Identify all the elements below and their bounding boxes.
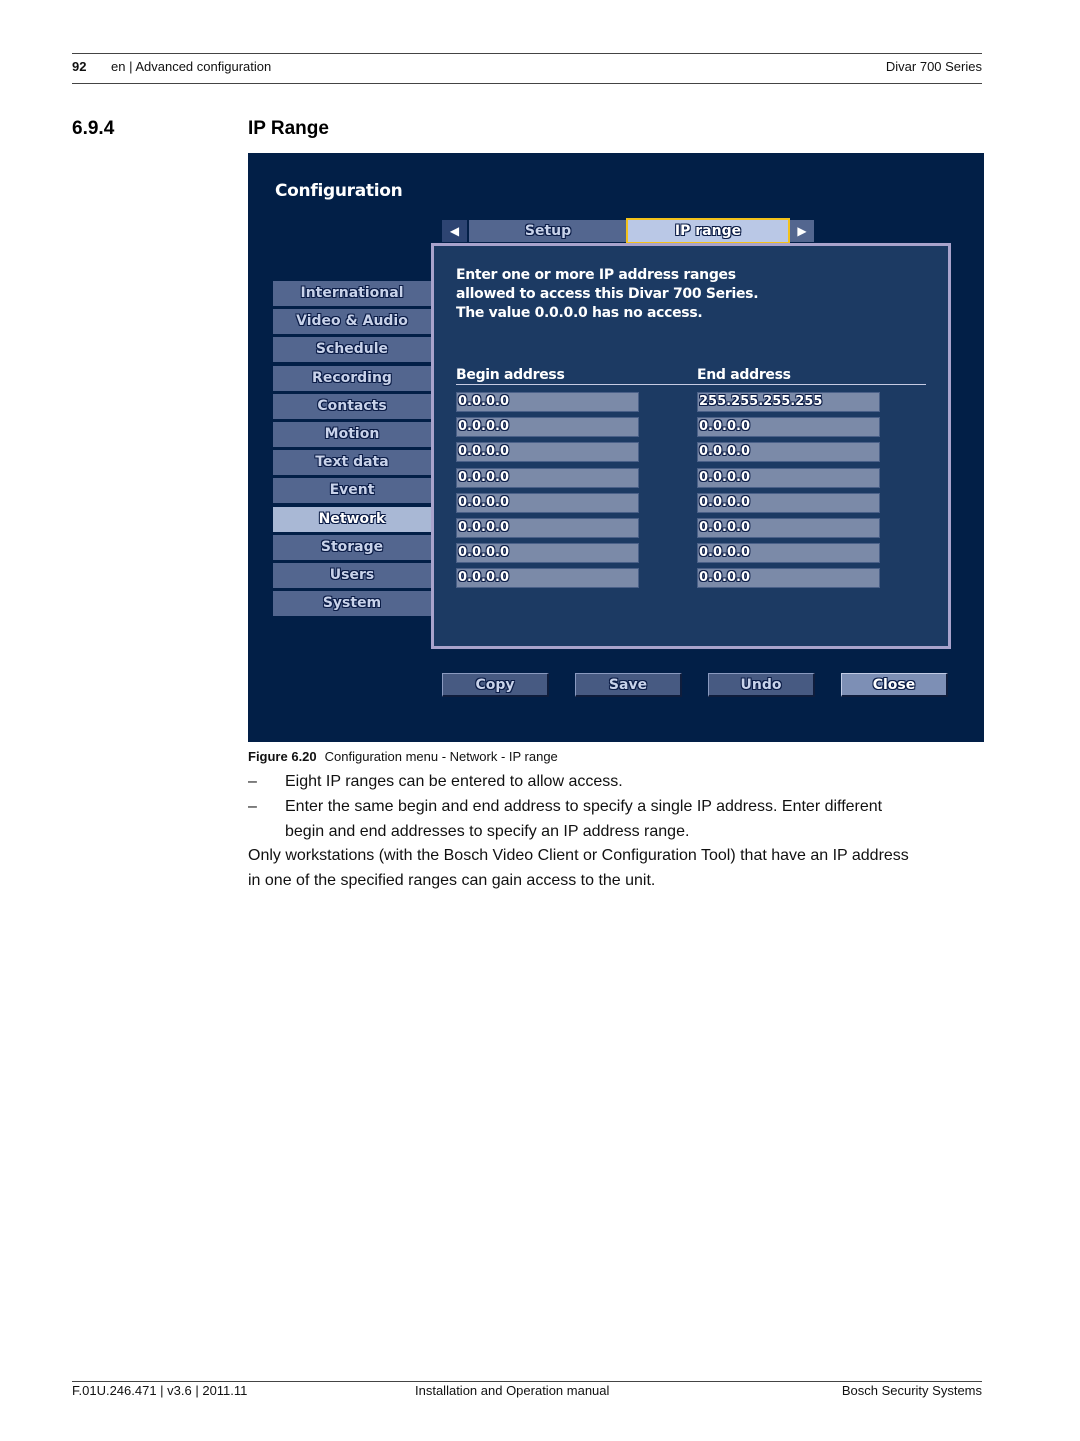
- end-address-input[interactable]: 0.0.0.0: [697, 417, 880, 438]
- bullet-dash: –: [248, 773, 257, 790]
- end-address-input[interactable]: 0.0.0.0: [697, 518, 880, 538]
- sidebar-item-schedule[interactable]: Schedule: [273, 337, 431, 363]
- sidebar-item-motion[interactable]: Motion: [273, 422, 431, 447]
- close-button[interactable]: Close: [841, 673, 948, 697]
- page-number: 92: [72, 59, 87, 74]
- sidebar-item-international[interactable]: International: [273, 281, 431, 306]
- bullet-text: Enter the same begin and end address to …: [285, 798, 883, 815]
- sidebar-item-event[interactable]: Event: [273, 478, 431, 504]
- begin-address-input[interactable]: 0.0.0.0: [456, 543, 639, 564]
- instruction-line: Enter one or more IP address ranges: [456, 267, 736, 283]
- tab-setup[interactable]: Setup: [469, 220, 627, 242]
- sidebar-item-users[interactable]: Users: [273, 563, 431, 588]
- doc-type: Installation and Operation manual: [415, 1383, 610, 1398]
- instructions: Enter one or more IP address ranges allo…: [456, 266, 759, 323]
- end-address-input[interactable]: 0.0.0.0: [697, 543, 880, 564]
- header-rule-bottom: [72, 83, 982, 84]
- screen-title: Configuration: [275, 181, 403, 201]
- sidebar-item-contacts[interactable]: Contacts: [273, 393, 431, 419]
- column-header-underline: [456, 384, 926, 385]
- figure-label: Figure 6.20: [248, 749, 317, 764]
- tab-prev-arrow-icon[interactable]: ◀: [442, 220, 467, 242]
- copy-button[interactable]: Copy: [442, 673, 549, 697]
- header-rule-top: [72, 53, 982, 54]
- save-button[interactable]: Save: [575, 673, 682, 697]
- sidebar-item-recording[interactable]: Recording: [273, 365, 431, 391]
- begin-address-input[interactable]: 0.0.0.0: [456, 518, 639, 538]
- begin-address-input[interactable]: 0.0.0.0: [456, 392, 639, 412]
- begin-address-input[interactable]: 0.0.0.0: [456, 467, 639, 488]
- end-address-input[interactable]: 255.255.255.255: [697, 392, 880, 412]
- end-address-input[interactable]: 0.0.0.0: [697, 442, 880, 463]
- end-address-header: End address: [697, 367, 791, 383]
- section-title: IP Range: [248, 118, 329, 139]
- instruction-line: allowed to access this Divar 700 Series.: [456, 286, 759, 302]
- figure-caption: Figure 6.20 Configuration menu - Network …: [248, 749, 558, 764]
- tab-next-arrow-icon[interactable]: ▶: [790, 220, 814, 242]
- instruction-line: The value 0.0.0.0 has no access.: [456, 305, 703, 321]
- product-name: Divar 700 Series: [885, 59, 982, 74]
- bullet-text: Eight IP ranges can be entered to allow …: [285, 773, 623, 790]
- figure-text: Configuration menu - Network - IP range: [324, 749, 558, 764]
- begin-address-header: Begin address: [456, 367, 565, 383]
- body-paragraph-line: in one of the specified ranges can gain …: [248, 872, 656, 889]
- begin-address-input[interactable]: 0.0.0.0: [456, 492, 639, 513]
- bullet-dash: –: [248, 798, 257, 815]
- end-address-input[interactable]: 0.0.0.0: [697, 467, 880, 488]
- ip-range-panel: Enter one or more IP address ranges allo…: [431, 243, 951, 649]
- begin-address-input[interactable]: 0.0.0.0: [456, 442, 639, 463]
- begin-address-input[interactable]: 0.0.0.0: [456, 568, 639, 589]
- sidebar-item-system[interactable]: System: [273, 591, 431, 617]
- configuration-screenshot: Configuration ◀ Setup IP range ▶ Interna…: [248, 153, 984, 742]
- bullet-text: begin and end addresses to specify an IP…: [285, 823, 690, 840]
- begin-address-input[interactable]: 0.0.0.0: [456, 417, 639, 438]
- section-number: 6.9.4: [72, 118, 115, 139]
- tab-ip-range[interactable]: IP range: [626, 218, 790, 244]
- undo-button[interactable]: Undo: [708, 673, 815, 697]
- company-name: Bosch Security Systems: [841, 1383, 982, 1398]
- sidebar-item-text-data[interactable]: Text data: [273, 450, 431, 476]
- section-path: en | Advanced configuration: [111, 59, 272, 74]
- end-address-input[interactable]: 0.0.0.0: [697, 568, 880, 589]
- body-paragraph-line: Only workstations (with the Bosch Video …: [248, 847, 909, 864]
- footer-rule: [72, 1381, 982, 1382]
- sidebar-item-video-audio[interactable]: Video & Audio: [273, 309, 431, 335]
- sidebar-item-storage[interactable]: Storage: [273, 534, 431, 560]
- end-address-input[interactable]: 0.0.0.0: [697, 492, 880, 513]
- sidebar-item-network[interactable]: Network: [273, 506, 431, 532]
- doc-id: F.01U.246.471 | v3.6 | 2011.11: [72, 1383, 248, 1398]
